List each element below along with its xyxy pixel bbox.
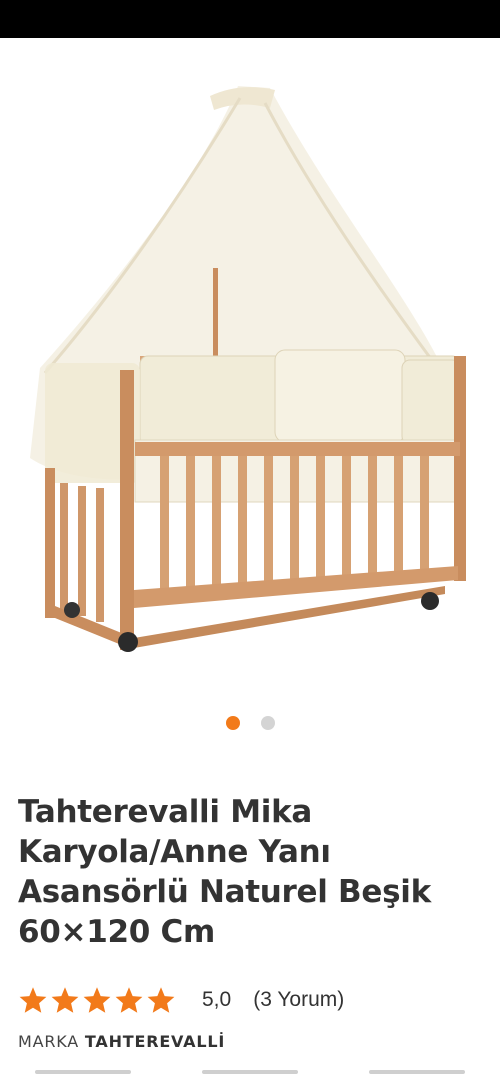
- star-icon: [51, 987, 79, 1013]
- star-rating: [18, 986, 176, 1014]
- divider: [201, 1070, 298, 1074]
- carousel-dot-2[interactable]: [260, 716, 275, 730]
- bottom-indicator: [0, 1070, 500, 1076]
- star-icon: [115, 987, 143, 1013]
- product-title: Tahterevalli Mika Karyola/Anne Yanı Asan…: [18, 794, 431, 950]
- rating-row: 5,0 (3 Yorum): [18, 985, 344, 1015]
- carousel-dots: [0, 716, 500, 730]
- brand-row: MARKA TAHTEREVALLİ: [18, 1032, 225, 1051]
- divider: [35, 1070, 132, 1074]
- brand-name-link[interactable]: TAHTEREVALLİ: [85, 1032, 225, 1051]
- crib-product-photo: [30, 86, 466, 652]
- star-icon: [83, 987, 111, 1013]
- carousel-dot-1[interactable]: [225, 716, 240, 730]
- product-image-carousel[interactable]: [0, 38, 500, 700]
- status-bar: [0, 0, 500, 38]
- review-count-link[interactable]: (3 Yorum): [253, 988, 344, 1012]
- rating-score: 5,0: [202, 988, 232, 1011]
- divider: [368, 1070, 465, 1074]
- star-icon: [19, 987, 47, 1013]
- brand-label: MARKA: [18, 1032, 80, 1051]
- star-icon: [147, 987, 175, 1013]
